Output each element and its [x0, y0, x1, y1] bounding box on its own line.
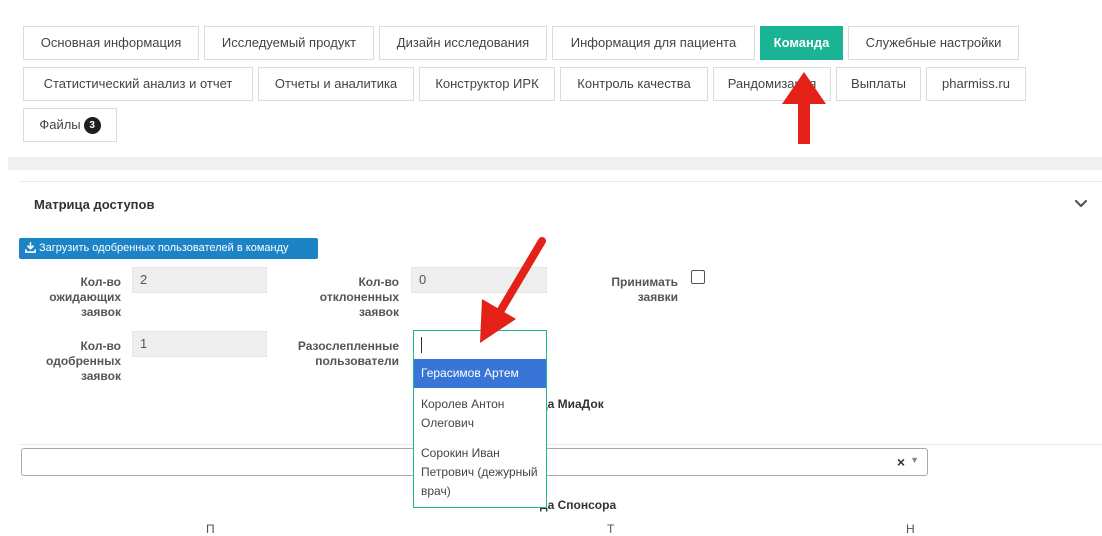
column-header: Н [906, 522, 915, 536]
tab-statistics[interactable]: Статистический анализ и отчет [23, 67, 253, 101]
chevron-down-icon[interactable] [1073, 196, 1089, 212]
tab-study-design[interactable]: Дизайн исследования [379, 26, 547, 60]
tab-team[interactable]: Команда [760, 26, 843, 60]
dropdown-option[interactable]: Сорокин Иван Петрович (дежурный врач) [414, 440, 546, 508]
clear-icon[interactable]: × [897, 454, 905, 470]
text-caret [421, 337, 422, 353]
tab-label: Конструктор ИРК [435, 76, 539, 91]
tab-label: Выплаты [851, 76, 906, 91]
section-divider [8, 157, 1102, 170]
divider [19, 444, 1102, 445]
dropdown-option[interactable]: Королев Антон Олегович [414, 388, 546, 440]
tab-quality-control[interactable]: Контроль качества [560, 67, 708, 101]
miadok-team-heading: да МиаДок [540, 397, 604, 411]
upload-approved-users-button[interactable]: Загрузить одобренных пользователей в ком… [19, 238, 318, 259]
column-header: П [206, 522, 215, 536]
pending-requests-label: Кол-во ожидающих заявок [49, 275, 121, 319]
tab-randomization[interactable]: Рандомизация [713, 67, 831, 101]
tab-label: Служебные настройки [865, 35, 1002, 50]
tab-crf-builder[interactable]: Конструктор ИРК [419, 67, 555, 101]
tab-main-info[interactable]: Основная информация [23, 26, 199, 60]
panel-border [19, 181, 1102, 182]
tab-label: Информация для пациента [570, 35, 737, 50]
tab-label: Отчеты и аналитика [274, 76, 398, 91]
approved-requests-label: Кол-во одобренных заявок [46, 339, 121, 383]
accept-requests-label: Принимать заявки [611, 275, 678, 304]
tab-label: Контроль качества [577, 76, 691, 91]
tab-files[interactable]: Файлы 3 [23, 108, 117, 142]
approved-requests-field: 1 [132, 331, 267, 357]
panel-title: Матрица доступов [34, 197, 155, 212]
upload-button-label: Загрузить одобренных пользователей в ком… [39, 242, 289, 254]
rejected-requests-field: 0 [411, 267, 547, 293]
tab-product[interactable]: Исследуемый продукт [204, 26, 374, 60]
pending-requests-field: 2 [132, 267, 267, 293]
tab-label: Рандомизация [727, 76, 817, 91]
unblinded-users-label: Разослепленные пользователи [297, 339, 399, 368]
rejected-requests-label: Кол-во отклоненных заявок [319, 275, 399, 319]
tab-reports[interactable]: Отчеты и аналитика [258, 67, 414, 101]
tab-service-settings[interactable]: Служебные настройки [848, 26, 1019, 60]
unblinded-users-dropdown: Герасимов Артем Королев Антон Олегович С… [413, 359, 547, 508]
column-header: Т [607, 522, 615, 536]
tab-label: Статистический анализ и отчет [43, 76, 233, 91]
accept-requests-checkbox[interactable] [691, 270, 705, 284]
tab-label: Исследуемый продукт [221, 35, 357, 50]
dropdown-option[interactable]: Герасимов Артем [414, 359, 546, 388]
tab-patient-info[interactable]: Информация для пациента [552, 26, 755, 60]
select-arrow-icon[interactable]: ▼ [910, 455, 919, 465]
tab-label: Файлы [39, 117, 81, 132]
tab-label: pharmiss.ru [942, 76, 1010, 91]
files-count-badge: 3 [83, 117, 101, 134]
tab-label: Команда [773, 35, 830, 50]
download-icon [25, 242, 36, 253]
tab-label: Дизайн исследования [396, 35, 530, 50]
tab-pharmiss[interactable]: pharmiss.ru [926, 67, 1026, 101]
tab-payments[interactable]: Выплаты [836, 67, 921, 101]
tab-label: Основная информация [40, 35, 182, 50]
unblinded-users-search-input[interactable] [413, 330, 547, 360]
sponsor-team-heading: да Спонсора [540, 498, 617, 512]
